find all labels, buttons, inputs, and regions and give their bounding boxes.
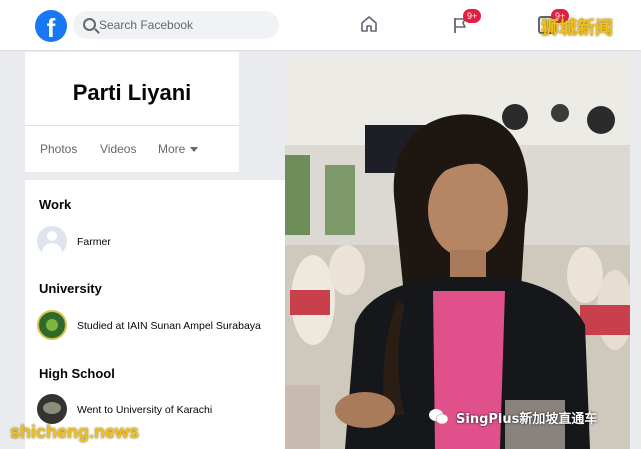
tab-more[interactable]: More xyxy=(158,142,199,156)
highschool-value[interactable]: Went to University of Karachi xyxy=(77,404,212,416)
divider xyxy=(25,125,239,126)
watermark-site-text: shicheng.news xyxy=(10,422,140,442)
caret-down-icon xyxy=(190,147,199,153)
person-body-icon xyxy=(42,243,62,256)
tab-photos[interactable]: Photos xyxy=(40,142,77,156)
highschool-logo-icon xyxy=(37,394,67,424)
highschool-emblem xyxy=(43,402,61,414)
university-heading: University xyxy=(39,281,102,296)
search-box[interactable]: Search Facebook xyxy=(73,11,279,39)
work-heading: Work xyxy=(39,197,72,212)
profile-header-card: Parti Liyani Photos Videos More xyxy=(25,52,239,172)
work-avatar xyxy=(37,226,67,256)
profile-photo[interactable] xyxy=(285,55,630,449)
highschool-heading: High School xyxy=(39,366,115,381)
watermark-top-text: 狮城新闻 xyxy=(541,18,613,39)
watermark-channel-text: SingPlus新加坡直通车 xyxy=(456,412,598,427)
search-input[interactable]: Search Facebook xyxy=(99,18,193,32)
notifications-badge: 9+ xyxy=(463,9,482,23)
university-emblem xyxy=(46,319,58,331)
tab-videos[interactable]: Videos xyxy=(100,142,136,156)
profile-name: Parti Liyani xyxy=(72,80,192,105)
home-icon[interactable] xyxy=(360,15,378,33)
wechat-icon xyxy=(429,409,449,425)
top-navigation-bar: f Search Facebook 9+ 9+ 狮城新闻 xyxy=(0,0,641,51)
person-head-icon xyxy=(47,231,57,241)
about-card: Work Farmer University Studied at IAIN S… xyxy=(25,180,285,449)
university-value[interactable]: Studied at IAIN Sunan Ampel Surabaya xyxy=(77,320,261,332)
facebook-logo-icon[interactable]: f xyxy=(35,10,67,42)
tab-more-label: More xyxy=(158,142,186,156)
university-logo-icon xyxy=(37,310,67,340)
work-value[interactable]: Farmer xyxy=(77,236,111,248)
search-icon xyxy=(83,18,96,31)
